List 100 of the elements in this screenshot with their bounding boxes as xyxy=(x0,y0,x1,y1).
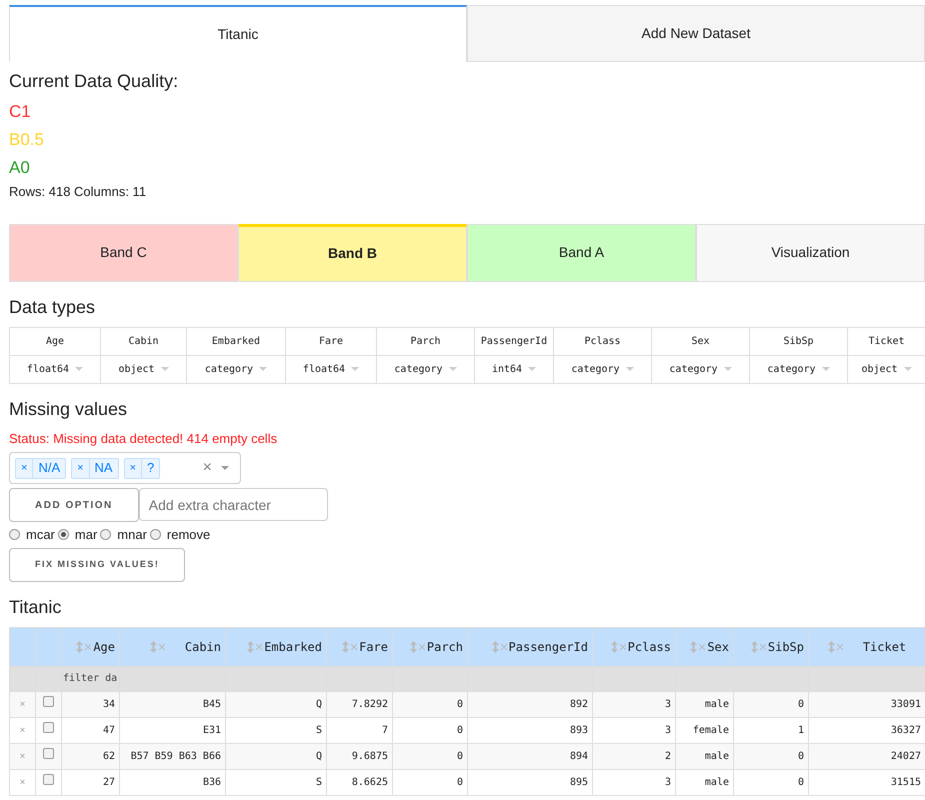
caret-icon xyxy=(724,366,732,371)
sort-icon[interactable] xyxy=(247,641,254,654)
caret-icon xyxy=(904,366,912,371)
table-cell: 0 xyxy=(734,691,808,717)
column-header: Ticket xyxy=(862,640,906,654)
table-cell: S xyxy=(226,769,326,795)
remove-icon[interactable] xyxy=(256,644,262,650)
filter-cell[interactable]: filter da xyxy=(62,666,120,691)
type-dropdown[interactable]: object xyxy=(100,355,186,383)
caret-icon xyxy=(259,366,268,371)
column-name: Embarked xyxy=(186,327,286,355)
table-cell: 895 xyxy=(468,769,592,795)
remove-icon[interactable] xyxy=(85,644,92,650)
column-header: Parch xyxy=(426,640,463,654)
caret-icon xyxy=(528,366,536,371)
multi-select[interactable]: × N/A × NA × ? × xyxy=(9,452,241,484)
table-cell: 47 xyxy=(62,717,120,743)
value-tag[interactable]: × NA xyxy=(71,458,119,478)
row-checkbox[interactable] xyxy=(43,748,54,759)
sort-icon[interactable] xyxy=(492,641,499,654)
table-cell: 36327 xyxy=(808,717,925,743)
band-tab[interactable]: Band C xyxy=(9,224,238,282)
type-dropdown[interactable]: int64 xyxy=(474,355,554,383)
table-cell: 0 xyxy=(734,743,808,769)
column-header: Embarked xyxy=(264,640,322,654)
band-tab[interactable]: Visualization xyxy=(696,224,925,282)
radio-label: mnar xyxy=(117,526,147,544)
remove-icon[interactable] xyxy=(620,644,626,650)
table-cell: 31515 xyxy=(808,769,925,795)
type-dropdown[interactable]: category xyxy=(652,355,750,383)
row-checkbox[interactable] xyxy=(43,774,54,785)
row-checkbox[interactable] xyxy=(43,722,54,733)
table-cell: 3 xyxy=(592,769,676,795)
column-name: PassengerId xyxy=(474,327,554,355)
sort-icon[interactable] xyxy=(76,641,84,654)
table-cell: 0 xyxy=(734,769,808,795)
caret-icon xyxy=(221,466,229,470)
type-dropdown[interactable]: category xyxy=(554,355,652,383)
table-cell: 3 xyxy=(592,691,676,717)
radio-button[interactable] xyxy=(150,529,161,540)
radio-button[interactable] xyxy=(58,529,69,540)
clear-icon[interactable]: × xyxy=(202,456,212,480)
table-cell: 8.6625 xyxy=(326,769,392,795)
remove-icon[interactable] xyxy=(418,644,425,650)
table-cell: 894 xyxy=(468,743,592,769)
column-name: SibSp xyxy=(750,327,848,355)
quality-title: Current Data Quality: xyxy=(9,70,180,93)
radio-button[interactable] xyxy=(9,529,20,540)
table-cell: 0 xyxy=(392,743,468,769)
sort-icon[interactable] xyxy=(690,641,698,654)
remove-icon[interactable] xyxy=(699,644,706,650)
table-cell: male xyxy=(676,769,734,795)
table-cell: 0 xyxy=(392,691,468,717)
character-field[interactable]: Add extra character xyxy=(138,488,328,521)
type-dropdown[interactable]: category xyxy=(186,355,286,383)
type-dropdown[interactable]: category xyxy=(750,355,848,383)
filter-field[interactable]: filter da xyxy=(63,671,118,686)
row-checkbox[interactable] xyxy=(43,696,54,707)
remove-icon[interactable] xyxy=(836,644,843,650)
table-cell: 7 xyxy=(326,717,392,743)
table-cell: 9.6875 xyxy=(326,743,392,769)
type-dropdown[interactable]: float64 xyxy=(286,355,376,383)
add-option-button[interactable]: ADD OPTION xyxy=(9,488,139,522)
fix-button[interactable]: FIX MISSING VALUES! xyxy=(9,548,186,582)
value-tag[interactable]: × N/A xyxy=(15,458,66,478)
type-dropdown[interactable]: float64 xyxy=(10,355,100,383)
column-name: Parch xyxy=(376,327,474,355)
sort-icon[interactable] xyxy=(410,641,417,654)
quality-grade: B0.5 xyxy=(9,129,45,151)
remove-icon[interactable] xyxy=(500,644,507,650)
tag-label: N/A xyxy=(37,459,62,478)
tab[interactable]: Titanic xyxy=(9,5,467,62)
sort-icon[interactable] xyxy=(150,641,157,654)
radio-button[interactable] xyxy=(100,529,112,540)
sort-icon[interactable] xyxy=(342,641,350,654)
band-tab[interactable]: Band B xyxy=(238,224,467,282)
remove-icon[interactable] xyxy=(158,644,165,650)
column-name: Ticket xyxy=(848,327,925,355)
section-title: Data types xyxy=(9,296,96,319)
column-name: Fare xyxy=(286,327,376,355)
table-cell: 0 xyxy=(392,769,468,795)
value-tag[interactable]: × ? xyxy=(124,458,160,478)
caret-icon xyxy=(160,366,169,371)
table-cell: 892 xyxy=(468,691,592,717)
quality-grade: C1 xyxy=(9,101,32,123)
remove-icon[interactable] xyxy=(760,644,766,650)
sort-icon[interactable] xyxy=(610,641,618,654)
caret-icon xyxy=(626,366,634,371)
band-tab[interactable]: Band A xyxy=(467,224,696,282)
tab[interactable]: Add New Dataset xyxy=(467,5,925,62)
sort-icon[interactable] xyxy=(750,641,758,654)
table-cell: S xyxy=(226,717,326,743)
caret-icon xyxy=(822,366,830,371)
type-dropdown[interactable]: category xyxy=(376,355,474,383)
table-cell: E31 xyxy=(120,717,226,743)
sort-icon[interactable] xyxy=(828,641,835,654)
remove-icon[interactable] xyxy=(351,644,358,650)
radio-label: remove xyxy=(166,526,210,544)
table-cell: 34 xyxy=(62,691,120,717)
column-header: Pclass xyxy=(628,640,671,654)
